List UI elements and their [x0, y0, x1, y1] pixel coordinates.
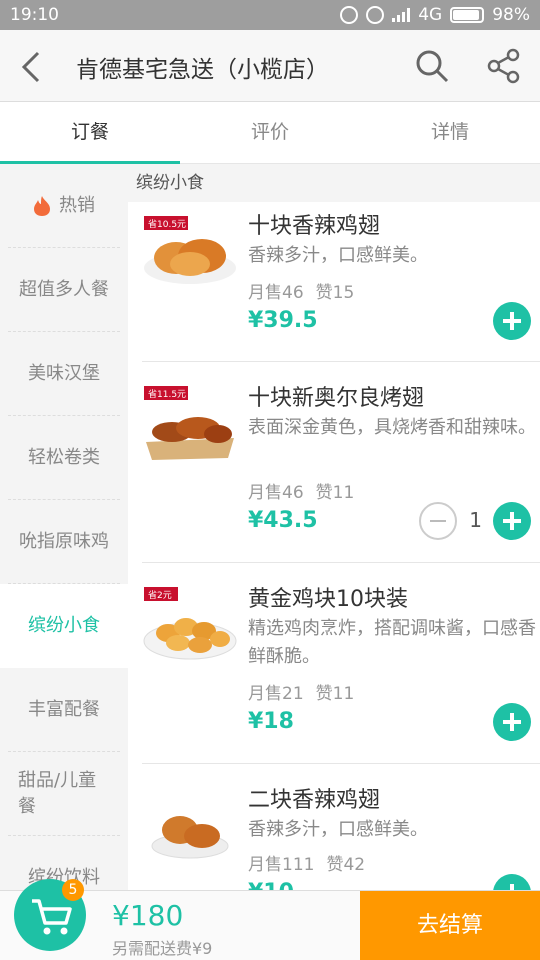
product-stats: 月售111 赞42 [248, 850, 365, 875]
battery-icon [450, 7, 485, 23]
add-to-cart-button[interactable] [493, 874, 531, 890]
delivery-fee-note: 另需配送费¥9 [112, 939, 213, 958]
discount-tag: 省11.5元 [148, 388, 186, 400]
product-price: ¥10 [248, 880, 294, 890]
checkout-button[interactable]: 去结算 [360, 891, 540, 960]
product-name: 黄金鸡块10块装 [248, 587, 408, 612]
sidebar-item-snacks[interactable]: 缤纷小食 [0, 584, 128, 668]
add-to-cart-button[interactable] [493, 302, 531, 340]
sidebar-item-label: 美味汉堡 [28, 362, 100, 384]
product-image-spicy-wings: 省10.5元 [144, 216, 236, 284]
battery-level: 98% [492, 5, 530, 25]
sidebar-item-value-meals[interactable]: 超值多人餐 [8, 248, 120, 332]
like-count: 赞42 [326, 855, 366, 875]
product-desc: 表面深金黄色，具烧烤香和甜辣味。 [248, 417, 536, 438]
sidebar-item-original-chicken[interactable]: 吮指原味鸡 [8, 500, 120, 584]
product-item[interactable]: 省10.5元 十块香辣鸡翅 香辣多汁，口感鲜美。 月售46 赞15 ¥39.5 [142, 202, 540, 362]
tab-order[interactable]: 订餐 [0, 102, 180, 164]
add-to-cart-button[interactable] [493, 703, 531, 741]
monthly-sales: 月售21 [248, 684, 304, 704]
sidebar-item-hot[interactable]: 热销 [8, 164, 120, 248]
decrease-quantity-button[interactable] [419, 502, 457, 540]
product-item[interactable]: 省11.5元 十块新奥尔良烤翅 表面深金黄色，具烧烤香和甜辣味。 月售46 赞11… [142, 362, 540, 563]
product-stats: 月售21 赞11 [248, 679, 354, 704]
tab-details[interactable]: 详情 [360, 102, 540, 163]
share-icon[interactable] [486, 48, 522, 84]
status-bar: 19:10 4G 98% [0, 0, 540, 30]
fire-icon [34, 195, 50, 216]
product-name: 二块香辣鸡翅 [248, 788, 381, 813]
category-sidebar: 热销 超值多人餐 美味汉堡 轻松卷类 吮指原味鸡 缤纷小食 丰富配餐 甜品/儿童… [0, 164, 128, 890]
add-to-cart-button[interactable] [493, 502, 531, 540]
search-icon[interactable] [414, 48, 450, 84]
sidebar-item-label: 甜品/儿童餐 [18, 769, 97, 817]
product-price: ¥18 [248, 709, 294, 734]
product-image-two-spicy-wings [151, 816, 229, 859]
back-arrow-icon[interactable] [18, 50, 46, 84]
like-count: 赞15 [315, 283, 355, 303]
product-name: 十块香辣鸡翅 [248, 214, 381, 239]
sidebar-item-burgers[interactable]: 美味汉堡 [8, 332, 120, 416]
monthly-sales: 月售46 [248, 283, 304, 303]
sidebar-item-label: 丰富配餐 [28, 698, 100, 720]
alarm-icon [340, 6, 359, 24]
sidebar-item-label: 轻松卷类 [28, 446, 100, 468]
product-image-chicken-nuggets: 省2元 [143, 587, 237, 660]
product-stats: 月售46 赞11 [248, 478, 354, 503]
product-desc: 香辣多汁，口感鲜美。 [248, 245, 428, 266]
discount-tag: 省2元 [148, 589, 172, 601]
page-title: 肯德基宅急送（小榄店） [76, 57, 329, 83]
sidebar-item-desserts-kids[interactable]: 甜品/儿童餐 [8, 752, 120, 836]
discount-tag: 省10.5元 [148, 218, 186, 230]
sidebar-item-label: 缤纷小食 [28, 615, 100, 636]
sidebar-item-label: 吮指原味鸡 [19, 530, 109, 552]
product-price: ¥39.5 [248, 308, 318, 333]
sidebar-item-label: 热销 [59, 194, 95, 216]
status-icons: 4G 98% [340, 5, 530, 25]
tab-bar: 订餐 评价 详情 [0, 102, 540, 164]
cart-count-badge: 5 [62, 879, 84, 901]
product-item[interactable]: 二块香辣鸡翅 香辣多汁，口感鲜美。 月售111 赞42 ¥10 [142, 764, 540, 890]
signal-icon [392, 8, 411, 22]
like-count: 赞11 [315, 684, 355, 704]
product-item[interactable]: 省2元 黄金鸡块10块装 精选鸡肉烹炸，搭配调味酱，口感香鲜酥脆。 月售21 赞1… [142, 563, 540, 764]
tab-reviews[interactable]: 评价 [180, 102, 360, 163]
like-count: 赞11 [315, 483, 355, 503]
product-image-orleans-wings: 省11.5元 [144, 386, 234, 460]
header-bar: 肯德基宅急送（小榄店） [0, 30, 540, 102]
sidebar-item-sides[interactable]: 丰富配餐 [8, 668, 120, 752]
monthly-sales: 月售111 [248, 855, 315, 875]
cart-bar: 5 ¥180 另需配送费¥9 去结算 [0, 879, 540, 960]
monthly-sales: 月售46 [248, 483, 304, 503]
product-desc: 香辣多汁，口感鲜美。 [248, 819, 428, 840]
product-stats: 月售46 赞15 [248, 278, 354, 303]
sidebar-item-label: 超值多人餐 [19, 278, 109, 300]
section-title: 缤纷小食 [128, 164, 540, 202]
product-list: 省10.5元 十块香辣鸡翅 香辣多汁，口感鲜美。 月售46 赞15 ¥39.5 省… [128, 202, 540, 890]
sidebar-item-wraps[interactable]: 轻松卷类 [8, 416, 120, 500]
network-type: 4G [418, 5, 443, 25]
clock-icon [366, 6, 385, 24]
product-desc: 精选鸡肉烹炸，搭配调味酱，口感香鲜酥脆。 [248, 618, 536, 667]
quantity-value: 1 [469, 508, 482, 532]
product-price: ¥43.5 [248, 508, 318, 533]
status-time: 19:10 [10, 5, 59, 25]
product-list-panel: 缤纷小食 省10.5元 十块香辣鸡翅 香辣多汁，口感鲜美。 月售46 赞15 ¥3… [128, 164, 540, 890]
cart-total: ¥180 [112, 899, 184, 932]
product-name: 十块新奥尔良烤翅 [248, 386, 425, 411]
